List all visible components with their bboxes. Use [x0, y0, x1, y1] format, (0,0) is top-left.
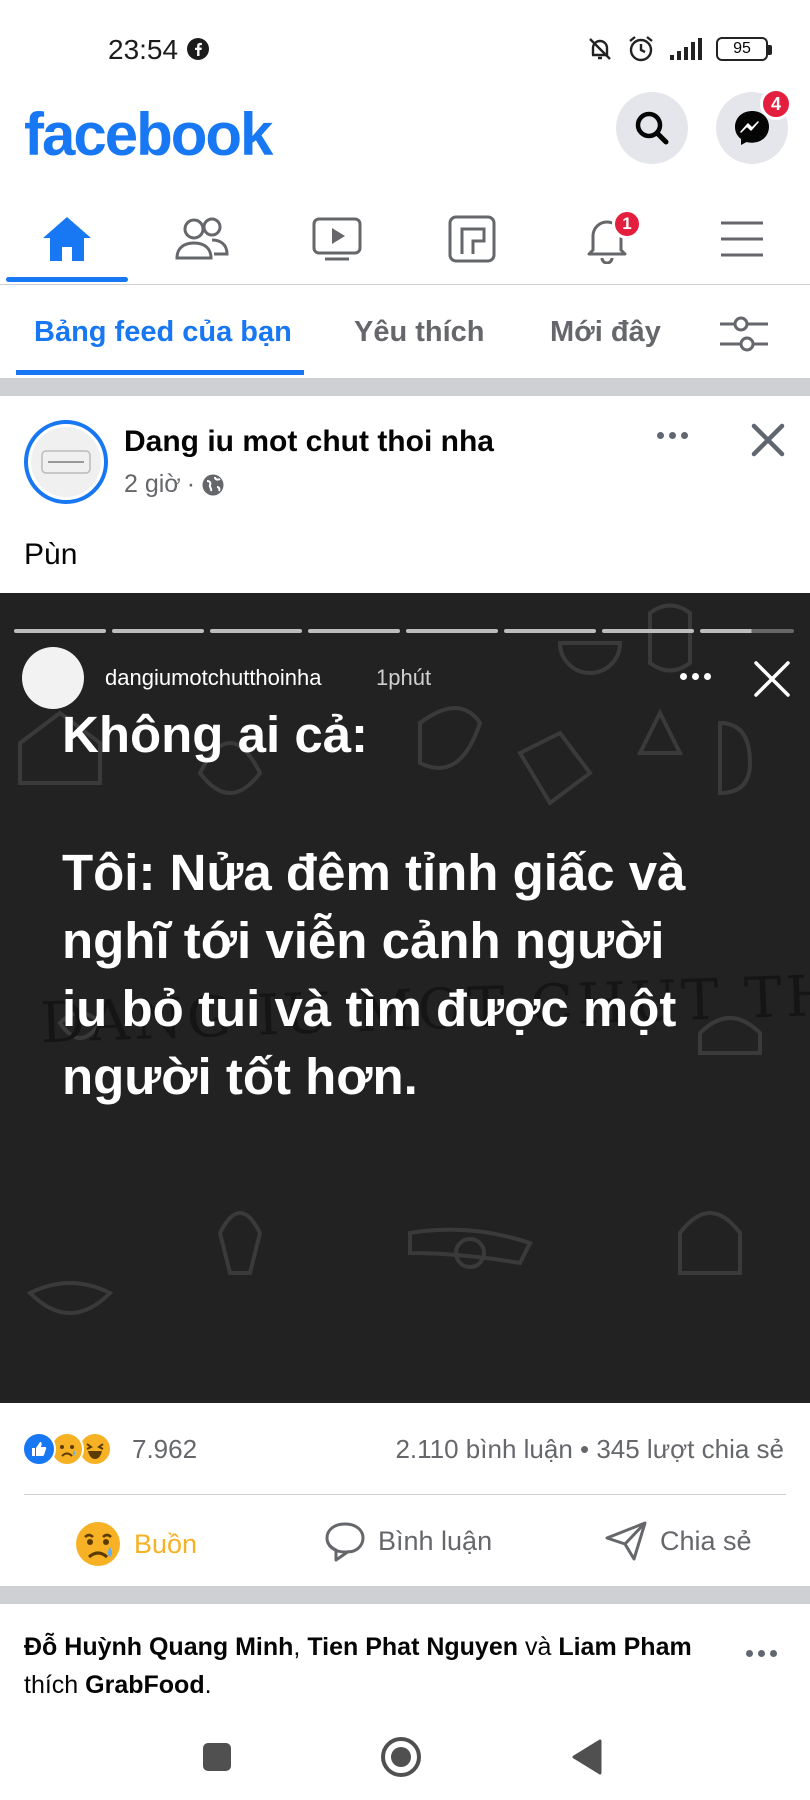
- liked-page-name[interactable]: GrabFood: [85, 1671, 204, 1699]
- video-icon: [312, 217, 362, 261]
- sad-label: Buồn: [134, 1528, 198, 1559]
- search-button[interactable]: [616, 92, 688, 164]
- section-separator-2: [0, 1586, 810, 1604]
- friends-liked-text: Đỗ Huỳnh Quang Minh, Tien Phat Nguyen và…: [24, 1628, 724, 1704]
- story-avatar: [22, 647, 84, 709]
- story-line-4: iu bỏ tui và tìm được một: [62, 980, 677, 1037]
- tab-active-underline: [16, 370, 304, 375]
- share-button[interactable]: Chia sẻ: [604, 1520, 752, 1562]
- reaction-count: 7.962: [132, 1434, 198, 1464]
- post-image[interactable]: dangiumotchutthoinha 1phút DANG IU MOT C…: [0, 593, 810, 1403]
- liked-more-button[interactable]: [746, 1650, 777, 1657]
- friend-name-1[interactable]: Đỗ Huỳnh Quang Minh: [24, 1633, 293, 1661]
- nav-active-indicator: [6, 277, 128, 282]
- meta-separator: ·: [186, 470, 196, 498]
- sad-face-icon: [76, 1522, 120, 1566]
- messenger-button[interactable]: 4: [716, 88, 792, 164]
- globe-icon: [202, 474, 224, 495]
- comment-icon: [325, 1522, 365, 1562]
- story-time: 1phút: [376, 665, 432, 690]
- story-more-icon: [680, 673, 711, 680]
- post-meta: 2 giờ ·: [124, 470, 225, 499]
- nav-groups[interactable]: [437, 209, 507, 269]
- facebook-notification-icon: [187, 38, 209, 60]
- section-separator: [0, 378, 810, 396]
- story-username: dangiumotchutthoinha: [105, 665, 322, 690]
- share-label: Chia sẻ: [660, 1525, 752, 1556]
- search-icon: [635, 111, 669, 145]
- messenger-badge: 4: [760, 88, 792, 120]
- post-text: Pùn: [24, 538, 78, 571]
- groups-icon: [448, 215, 496, 263]
- alarm-icon: [629, 36, 653, 62]
- liked-word: thích: [24, 1671, 79, 1699]
- comments-shares-count[interactable]: 2.110 bình luận • 345 lượt chia sẻ: [395, 1434, 784, 1465]
- main-nav: 1: [0, 195, 810, 285]
- and-word: và: [524, 1633, 552, 1661]
- comment-label: Bình luận: [378, 1525, 493, 1556]
- home-icon: [43, 217, 91, 261]
- nav-watch[interactable]: [302, 209, 372, 269]
- status-time: 23:54: [108, 34, 179, 65]
- feed-tabs: Bảng feed của bạn Yêu thích Mới đây: [0, 290, 810, 378]
- tab-your-feed[interactable]: Bảng feed của bạn: [34, 316, 292, 349]
- post-time[interactable]: 2 giờ: [124, 470, 181, 499]
- actions-divider: [24, 1494, 786, 1495]
- battery-indicator: 95: [716, 37, 772, 61]
- story-close-icon: [754, 661, 790, 697]
- story-line-3: nghĩ tới viễn cảnh người: [62, 912, 665, 969]
- reaction-summary[interactable]: 7.962 2.110 bình luận • 345 lượt chia sẻ: [0, 1418, 810, 1478]
- status-icons: 95: [586, 34, 772, 64]
- comma: ,: [293, 1633, 301, 1661]
- post-actions: Buồn Bình luận Chia sẻ: [0, 1500, 810, 1580]
- hide-post-close-icon[interactable]: [746, 418, 790, 462]
- home-circle-icon[interactable]: [380, 1736, 422, 1778]
- reaction-icons: [22, 1432, 112, 1466]
- like-reaction-icon: [22, 1432, 56, 1466]
- recents-square-icon[interactable]: [200, 1740, 234, 1774]
- post-author[interactable]: Dang iu mot chut thoi nha: [124, 425, 494, 459]
- post-more-button[interactable]: [650, 420, 694, 450]
- hamburger-menu-icon: [721, 221, 763, 257]
- comment-button[interactable]: Bình luận: [324, 1520, 492, 1562]
- friend-name-2[interactable]: Tien Phat Nguyen: [307, 1633, 518, 1661]
- filter-icon[interactable]: [718, 314, 770, 354]
- battery-level: 95: [733, 40, 751, 57]
- story-line-1: Không ai cả:: [62, 706, 369, 763]
- story-line-2: Tôi: Nửa đêm tỉnh giấc và: [62, 844, 686, 901]
- friends-icon: [175, 217, 229, 260]
- sad-reaction-button[interactable]: Buồn: [74, 1520, 197, 1568]
- period: .: [204, 1671, 212, 1699]
- tab-recent[interactable]: Mới đây: [550, 316, 661, 349]
- tab-favorites[interactable]: Yêu thích: [354, 316, 485, 349]
- nav-home[interactable]: [32, 209, 102, 269]
- status-bar: 23:54 95: [0, 0, 810, 100]
- nav-notifications[interactable]: 1: [572, 209, 642, 269]
- android-navigation-bar: [0, 1720, 810, 1800]
- friend-name-3[interactable]: Liam Pham: [558, 1633, 691, 1661]
- page-logo-image: [31, 427, 101, 497]
- nav-friends[interactable]: [167, 209, 237, 269]
- facebook-logo[interactable]: facebook: [24, 100, 273, 169]
- back-triangle-icon[interactable]: [570, 1738, 604, 1776]
- nav-menu[interactable]: [707, 209, 777, 269]
- notifications-badge: 1: [612, 209, 642, 239]
- share-icon: [605, 1521, 647, 1561]
- story-line-5: người tốt hơn.: [62, 1048, 418, 1105]
- signal-icon: [670, 38, 702, 60]
- bell-off-icon: [589, 38, 611, 60]
- page-avatar[interactable]: [24, 420, 108, 504]
